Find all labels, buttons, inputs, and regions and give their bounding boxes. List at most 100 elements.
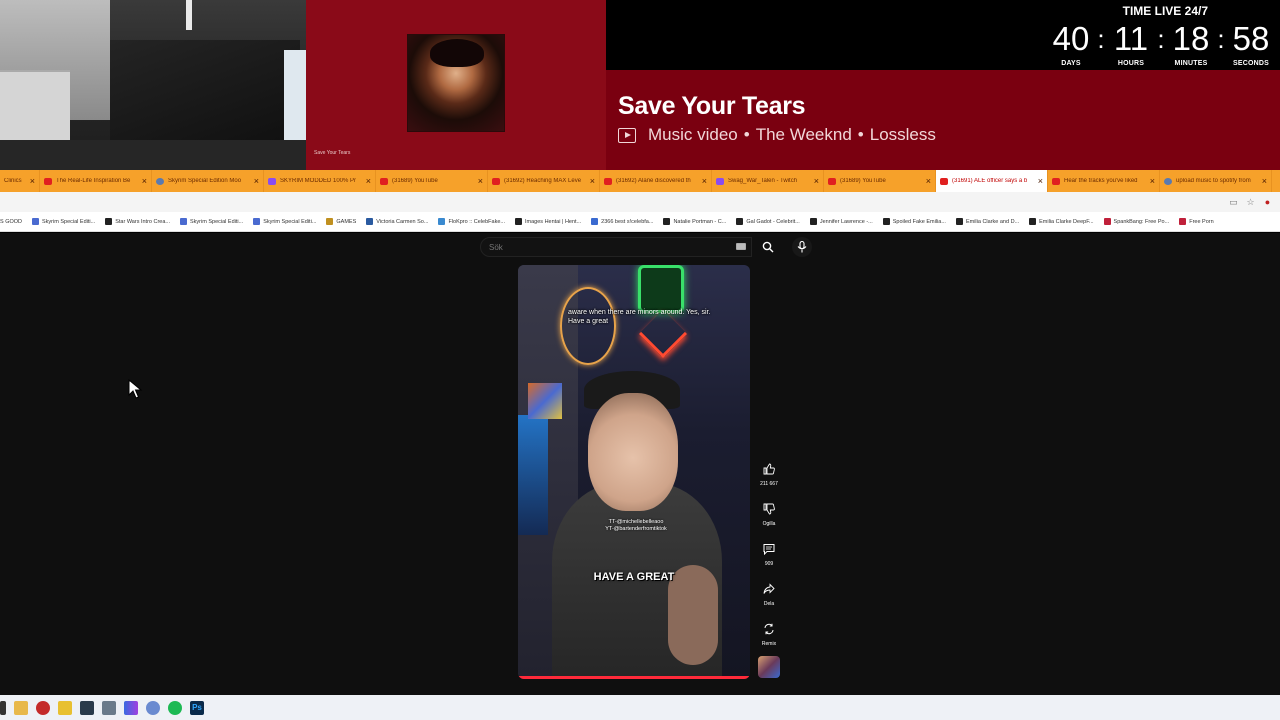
spotify-icon[interactable] xyxy=(168,700,182,715)
extension-icon[interactable]: ● xyxy=(1263,197,1272,207)
terminal-icon[interactable] xyxy=(80,700,94,715)
video-progress-bar[interactable] xyxy=(518,676,750,679)
voice-search-button[interactable] xyxy=(792,237,812,257)
photoshop-icon[interactable]: Ps xyxy=(190,700,204,715)
song-artist: The Weeknd xyxy=(755,125,852,144)
countdown-separator: : xyxy=(1217,24,1225,54)
bookmark-star-icon[interactable]: ☆ xyxy=(1246,197,1255,207)
remix-button[interactable] xyxy=(760,620,778,638)
bookmark-item[interactable]: Emilia Clarke DeepF... xyxy=(1029,218,1094,225)
comment-button[interactable] xyxy=(760,540,778,558)
bookmark-item[interactable]: Free Porn xyxy=(1179,218,1214,225)
tab-close-icon[interactable]: × xyxy=(30,176,35,186)
short-action-bar: 211 667 Ogilla 909 Dela Remix xyxy=(756,460,782,678)
mouse-cursor-icon xyxy=(128,379,143,399)
bookmark-favicon-icon xyxy=(366,218,374,225)
tab-favicon-icon xyxy=(828,177,836,185)
browser-tab[interactable]: Skyrim Special Edition Moo × xyxy=(152,170,264,192)
bookmark-label: Gal Gadot - Celebrit... xyxy=(746,218,800,225)
tab-close-icon[interactable]: × xyxy=(478,176,483,186)
start-icon[interactable] xyxy=(0,700,6,715)
share-button[interactable] xyxy=(760,580,778,598)
countdown-timer: TIME LIVE 24/7 40 DAYS:11 HOURS:18 MINUTES:… xyxy=(1050,0,1280,70)
video-caption-big: HAVE A GREAT xyxy=(593,571,675,583)
browser-icon[interactable] xyxy=(146,700,160,715)
countdown-value: 40 xyxy=(1052,20,1090,57)
bookmark-item[interactable]: S GOOD xyxy=(0,219,22,225)
tab-close-icon[interactable]: × xyxy=(926,176,931,186)
dislike-button[interactable] xyxy=(760,500,778,518)
bookmark-item[interactable]: 2366 best s!celebfa... xyxy=(591,218,653,225)
bookmark-label: Victoria Carmen So... xyxy=(376,218,429,225)
bookmark-label: Star Wars Intro Crea... xyxy=(115,218,171,225)
screen-share-icon[interactable]: ▭ xyxy=(1229,197,1238,207)
tab-close-icon[interactable]: × xyxy=(366,176,371,186)
album-art xyxy=(407,34,505,132)
browser-tab[interactable]: (31692) Alane discovered th × xyxy=(600,170,712,192)
bookmark-favicon-icon xyxy=(1179,218,1187,225)
bookmark-label: Skyrim Special Editi... xyxy=(42,218,96,225)
os-taskbar: Ps xyxy=(0,695,1280,720)
browser-tab[interactable]: (31691) ALE officer says a b × xyxy=(936,170,1048,192)
tab-close-icon[interactable]: × xyxy=(1038,176,1043,186)
bookmark-item[interactable]: Gal Gadot - Celebrit... xyxy=(736,218,800,225)
app-bars-icon[interactable] xyxy=(124,700,138,715)
remix-action: Remix xyxy=(760,620,778,660)
tab-close-icon[interactable]: × xyxy=(590,176,595,186)
app-red-icon[interactable] xyxy=(36,700,50,715)
bookmark-item[interactable]: Images Hentai | Hent... xyxy=(515,218,581,225)
thumbs-down-icon xyxy=(763,503,775,515)
like-button[interactable] xyxy=(760,460,778,478)
tab-close-icon[interactable]: × xyxy=(254,176,259,186)
browser-tab[interactable]: (31692) Reaching MAX Leve × xyxy=(488,170,600,192)
channel-avatar[interactable] xyxy=(758,656,780,678)
tab-title: SKYRIM MODDED 100% Pr xyxy=(280,178,357,184)
short-video-player[interactable]: aware when there are minors around. Yes,… xyxy=(518,265,750,679)
tab-close-icon[interactable]: × xyxy=(1262,176,1267,186)
keyboard-icon[interactable] xyxy=(736,243,746,250)
files-icon[interactable] xyxy=(58,700,72,715)
countdown-unit: 58 SECONDS xyxy=(1230,20,1272,67)
tab-close-icon[interactable]: × xyxy=(814,176,819,186)
tab-close-icon[interactable]: × xyxy=(142,176,147,186)
bookmark-item[interactable]: Jennifer Lawrence -... xyxy=(809,218,873,225)
bookmark-item[interactable]: Spoiled Fake Emilia... xyxy=(882,218,946,225)
bookmark-label: Emilia Clarke and D... xyxy=(965,218,1020,225)
countdown-separator: : xyxy=(1097,24,1105,54)
share-action: Dela xyxy=(760,580,778,620)
browser-tab[interactable]: (31689) YouTube × xyxy=(376,170,488,192)
tab-favicon-icon xyxy=(604,177,612,185)
browser-tab[interactable]: Swag_War_Talen - Twitch × xyxy=(712,170,824,192)
bookmark-favicon-icon xyxy=(882,218,890,225)
bookmark-item[interactable]: Victoria Carmen So... xyxy=(366,218,428,225)
share-icon xyxy=(763,583,775,594)
search-icon xyxy=(762,241,774,253)
tab-title: Skyrim Special Edition Moo xyxy=(168,178,242,184)
bookmark-item[interactable]: Skyrim Special Editi... xyxy=(180,218,243,225)
settings-icon[interactable] xyxy=(102,700,116,715)
tab-close-icon[interactable]: × xyxy=(702,176,707,186)
browser-tab[interactable]: Hear the tracks you've liked × xyxy=(1048,170,1160,192)
bookmark-item[interactable]: SpankBang: Free Po... xyxy=(1103,218,1170,225)
browser-tab[interactable]: SKYRIM MODDED 100% Pr × xyxy=(264,170,376,192)
bookmark-item[interactable]: Emilia Clarke and D... xyxy=(955,218,1020,225)
folder-icon[interactable] xyxy=(14,700,28,715)
browser-tab[interactable]: Clinics × xyxy=(0,170,40,192)
browser-tab[interactable]: (31689) YouTube × xyxy=(824,170,936,192)
tab-favicon-icon xyxy=(156,177,164,185)
bookmark-label: SpankBang: Free Po... xyxy=(1113,218,1170,225)
bookmark-item[interactable]: GAMES xyxy=(326,218,356,225)
bookmark-item[interactable]: FloKpro :: CelebFake... xyxy=(438,218,505,225)
bookmark-item[interactable]: Skyrim Special Editi... xyxy=(253,218,316,225)
thumbs-up-icon xyxy=(763,463,775,475)
search-input[interactable] xyxy=(480,237,752,257)
bookmark-item[interactable]: Star Wars Intro Crea... xyxy=(105,218,170,225)
search-button[interactable] xyxy=(754,237,782,257)
browser-tab[interactable]: upload music to spotify from × xyxy=(1160,170,1272,192)
bookmark-favicon-icon xyxy=(736,218,744,225)
bookmark-item[interactable]: Natalie Portman - C... xyxy=(663,218,726,225)
bookmark-item[interactable]: Skyrim Special Editi... xyxy=(32,218,95,225)
tab-close-icon[interactable]: × xyxy=(1150,176,1155,186)
browser-tab[interactable]: The Real-Life Inspiration Be × xyxy=(40,170,152,192)
address-bar: ▭ ☆ ● xyxy=(0,192,1280,212)
